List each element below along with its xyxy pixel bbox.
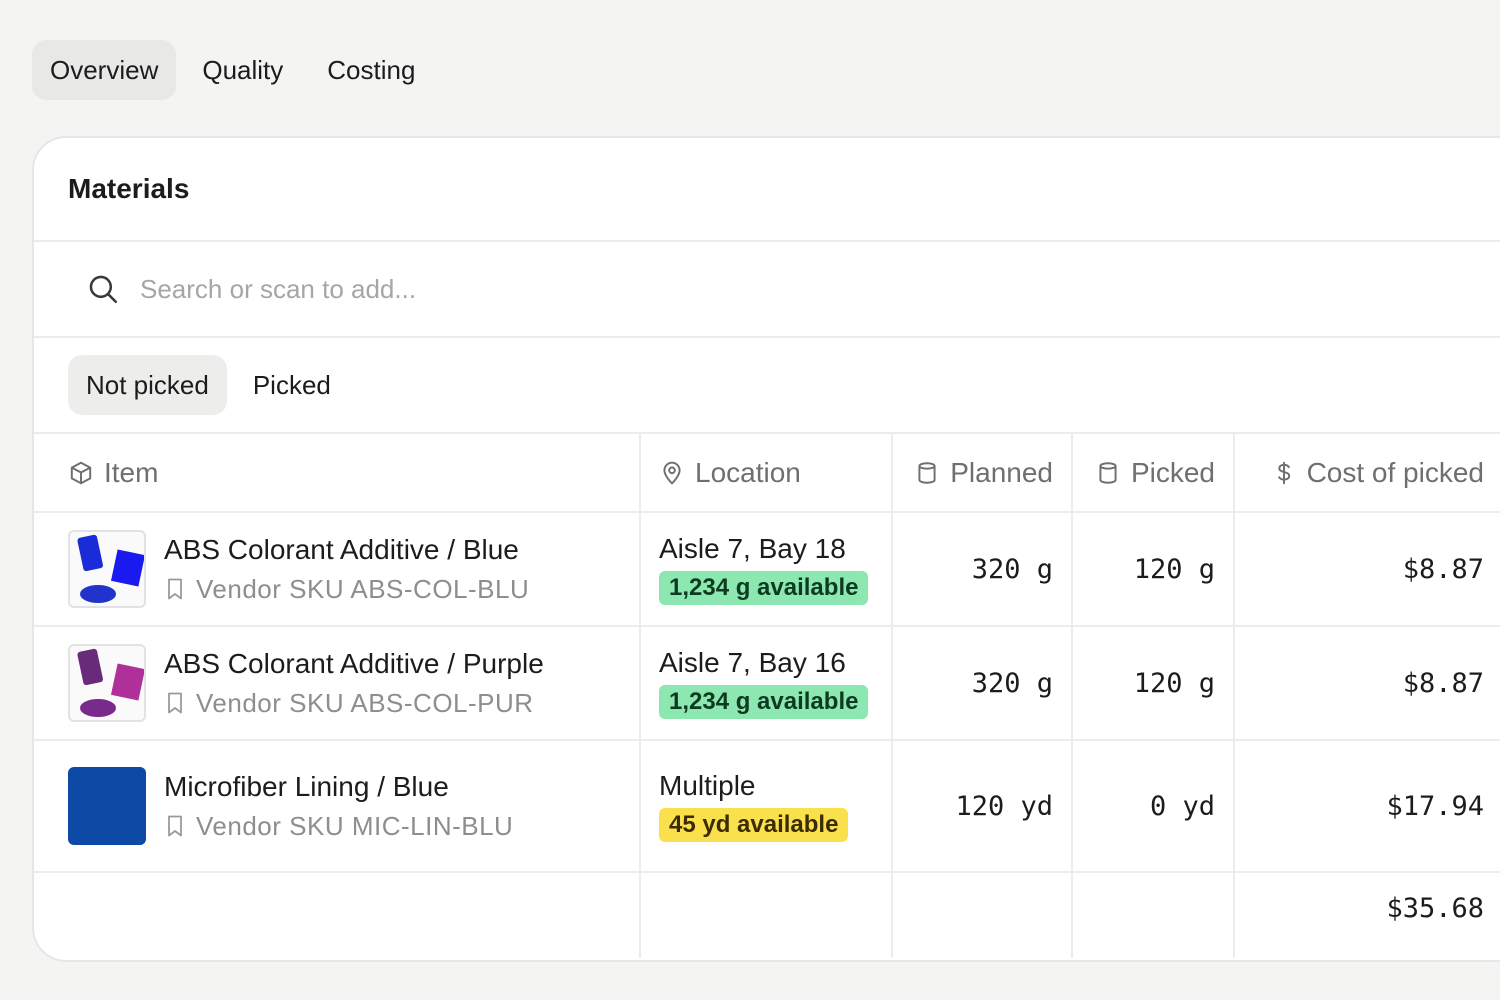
totals-empty-cell	[1071, 872, 1234, 958]
picked-qty: 120 g	[1071, 626, 1234, 741]
cylinder-icon	[918, 461, 936, 484]
cube-icon	[70, 461, 92, 484]
column-header-planned[interactable]: Planned	[891, 434, 1072, 513]
cost-of-picked: $17.94	[1233, 740, 1500, 873]
tab-overview[interactable]: Overview	[32, 40, 177, 100]
planned-qty: 320 g	[891, 512, 1072, 627]
tab-bar: Overview Quality Costing	[32, 40, 433, 100]
column-label: Planned	[950, 456, 1053, 488]
column-header-picked[interactable]: Picked	[1071, 434, 1234, 513]
cost-of-picked: $8.87	[1233, 512, 1500, 627]
item-cell: Microfiber Lining / Blue Vendor SKU MIC-…	[34, 740, 640, 873]
materials-title: Materials	[34, 138, 1500, 242]
column-label: Picked	[1130, 456, 1215, 488]
table-row[interactable]: Microfiber Lining / Blue Vendor SKU MIC-…	[34, 740, 1500, 873]
vendor-sku: Vendor SKU ABS-COL-PUR	[196, 687, 534, 718]
item-name[interactable]: Microfiber Lining / Blue	[164, 771, 513, 803]
location-cell: Aisle 7, Bay 16 1,234 g available	[639, 626, 892, 741]
dollar-icon	[1277, 461, 1290, 484]
totals-empty-cell	[639, 872, 892, 958]
location-text: Multiple	[659, 770, 756, 801]
total-cost: $35.68	[1233, 872, 1500, 958]
pick-filter: Not picked Picked	[34, 338, 1500, 434]
map-pin-icon	[663, 461, 681, 485]
tab-quality[interactable]: Quality	[184, 40, 301, 100]
planned-qty: 120 yd	[891, 740, 1072, 873]
item-name[interactable]: ABS Colorant Additive / Purple	[164, 648, 544, 680]
location-text: Aisle 7, Bay 18	[659, 533, 846, 564]
picked-qty: 0 yd	[1071, 740, 1234, 873]
column-header-location[interactable]: Location	[639, 434, 892, 513]
totals-empty-cell	[891, 872, 1072, 958]
item-cell: ABS Colorant Additive / Purple Vendor SK…	[34, 626, 640, 741]
availability-badge: 45 yd available	[659, 808, 849, 842]
product-thumbnail	[68, 530, 146, 608]
column-header-item[interactable]: Item	[34, 434, 640, 513]
bookmark-icon	[168, 578, 182, 600]
materials-table: Item Location Planned Picked Cost of pic…	[34, 434, 1500, 958]
bookmark-icon	[168, 692, 182, 714]
tab-costing[interactable]: Costing	[309, 40, 433, 100]
column-label: Location	[695, 456, 801, 488]
filter-not-picked[interactable]: Not picked	[68, 355, 227, 415]
bookmark-icon	[168, 815, 182, 837]
search-icon	[89, 275, 118, 304]
table-row[interactable]: ABS Colorant Additive / Blue Vendor SKU …	[34, 512, 1500, 627]
item-name[interactable]: ABS Colorant Additive / Blue	[164, 534, 529, 566]
location-cell: Multiple 45 yd available	[639, 740, 892, 873]
vendor-sku: Vendor SKU ABS-COL-BLU	[196, 573, 530, 604]
column-label: Cost of picked	[1306, 456, 1484, 488]
item-cell: ABS Colorant Additive / Blue Vendor SKU …	[34, 512, 640, 627]
product-thumbnail	[68, 767, 146, 845]
filter-picked[interactable]: Picked	[235, 355, 349, 415]
vendor-sku: Vendor SKU MIC-LIN-BLU	[196, 810, 514, 841]
materials-card: Materials Not picked Picked Item	[32, 136, 1500, 962]
totals-row: $35.68	[34, 872, 1500, 958]
column-header-cost[interactable]: Cost of picked	[1233, 434, 1500, 513]
product-thumbnail	[68, 644, 146, 722]
location-cell: Aisle 7, Bay 18 1,234 g available	[639, 512, 892, 627]
table-row[interactable]: ABS Colorant Additive / Purple Vendor SK…	[34, 626, 1500, 741]
cost-of-picked: $8.87	[1233, 626, 1500, 741]
planned-qty: 320 g	[891, 626, 1072, 741]
search-input[interactable]	[140, 273, 940, 305]
table-header-row: Item Location Planned Picked Cost of pic…	[34, 434, 1500, 513]
column-label: Item	[104, 456, 159, 488]
availability-badge: 1,234 g available	[659, 685, 869, 719]
search-bar	[34, 242, 1500, 338]
availability-badge: 1,234 g available	[659, 571, 869, 605]
cylinder-icon	[1099, 461, 1117, 484]
picked-qty: 120 g	[1071, 512, 1234, 627]
location-text: Aisle 7, Bay 16	[659, 647, 846, 678]
totals-empty-cell	[34, 872, 640, 958]
